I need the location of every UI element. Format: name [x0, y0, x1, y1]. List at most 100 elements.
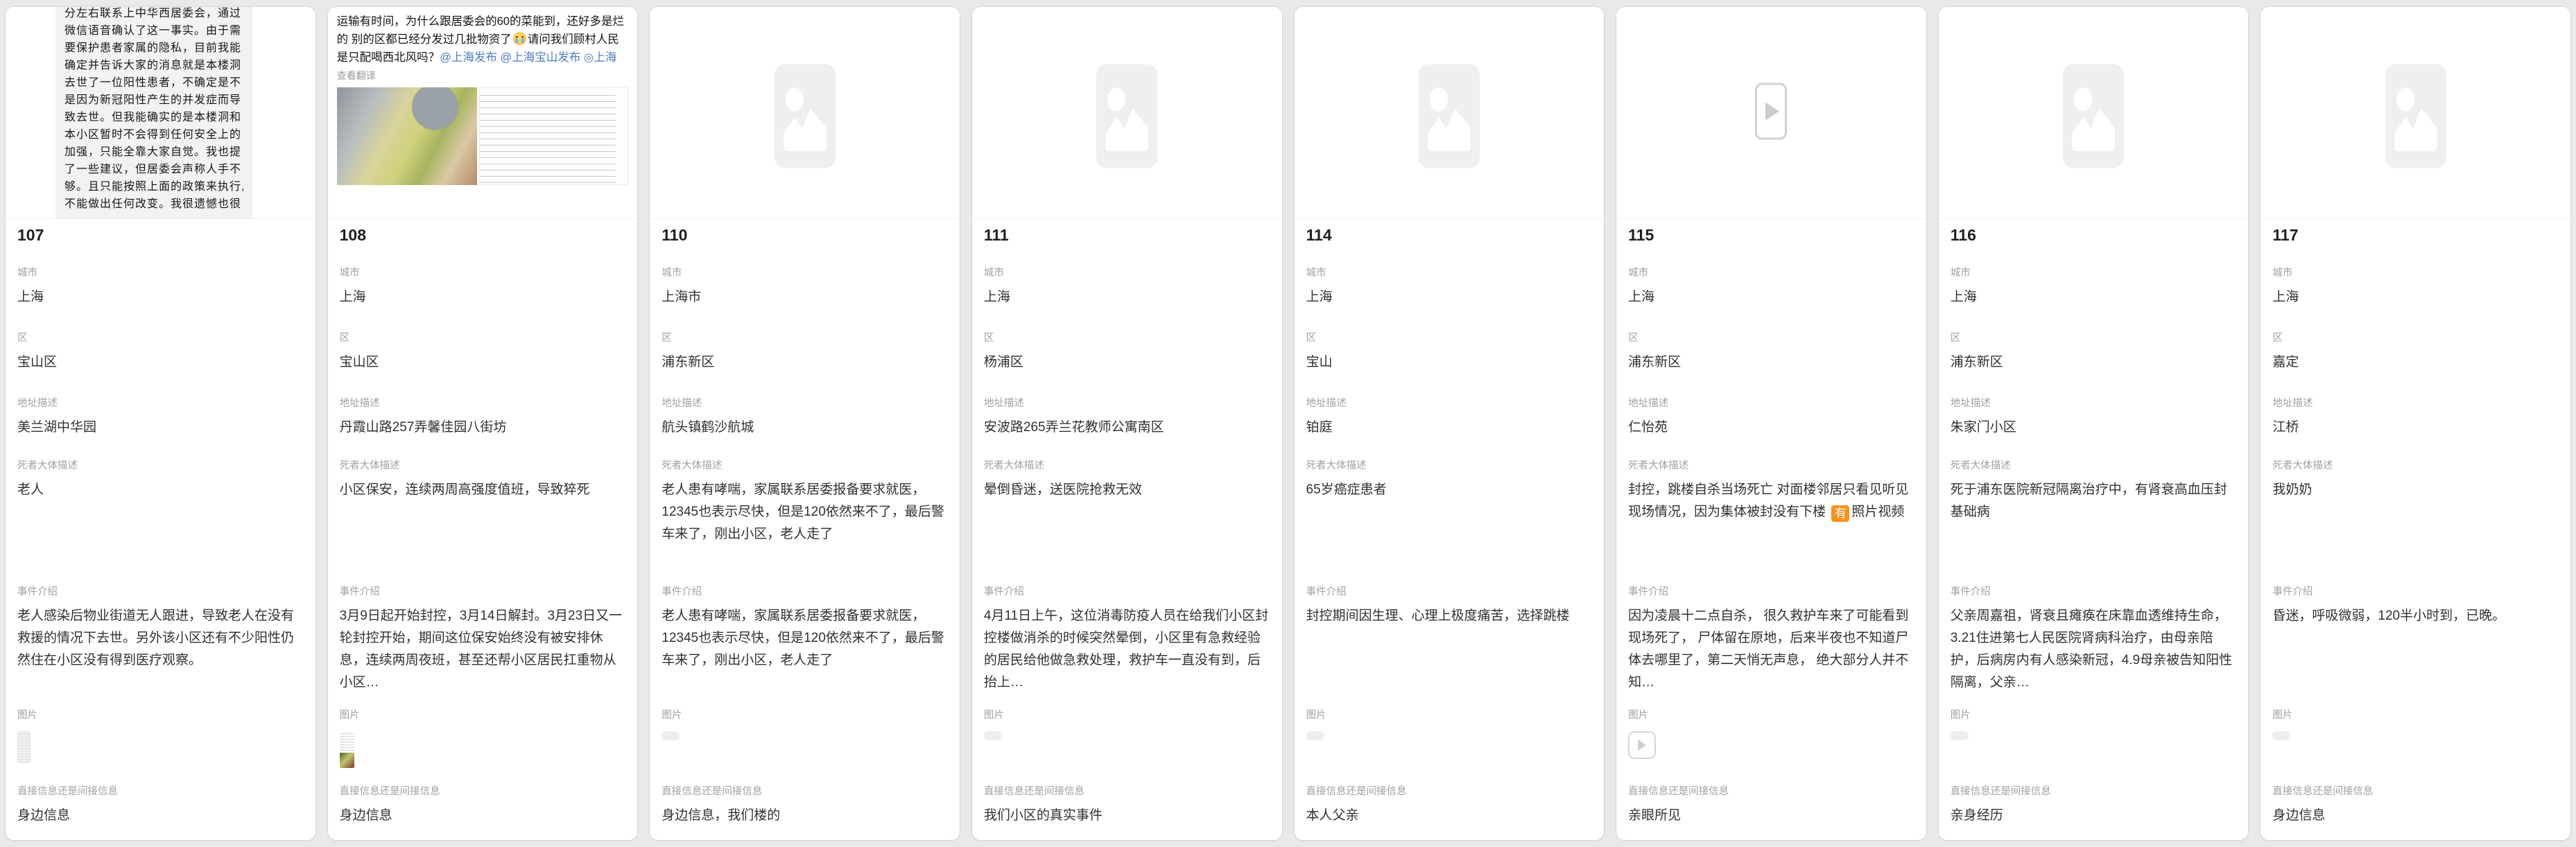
field-value-direct: 身边信息 — [2272, 805, 2559, 827]
field-value-district: 嘉定 — [2272, 351, 2559, 374]
field-label-district: 区 — [662, 331, 948, 345]
video-play-icon — [1755, 82, 1787, 139]
card-cover — [650, 7, 960, 219]
mention-links: @上海发布 @上海宝山发布 ◎上海 — [440, 51, 616, 64]
field-label-district: 区 — [1951, 331, 2237, 345]
field-district: 区 浦东新区 — [1951, 331, 2237, 374]
field-label-city: 城市 — [1306, 266, 1593, 280]
view-translation-label: 查看翻译 — [337, 69, 629, 82]
field-label-city: 城市 — [2272, 266, 2559, 280]
chat-thumbnail — [17, 731, 31, 763]
gallery-card[interactable]: 114 城市 上海 区 宝山 地址描述 铂庭 死者大体描述 65岁癌症患者 事件… — [1295, 7, 1605, 840]
post-images — [337, 87, 629, 185]
field-label-district: 区 — [17, 331, 304, 345]
field-value-deceased: 老人 — [17, 479, 304, 501]
card-number: 117 — [2272, 226, 2559, 245]
field-district: 区 浦东新区 — [662, 331, 948, 374]
field-value-address: 仁怡苑 — [1628, 417, 1914, 439]
field-value-event: 老人感染后物业街道无人跟进，导致老人在没有救援的情况下去世。另外该小区还有不少阳… — [17, 605, 304, 672]
field-label-deceased: 死者大体描述 — [1306, 459, 1593, 473]
field-value-city: 上海 — [984, 286, 1270, 308]
field-city: 城市 上海 — [1628, 266, 1914, 308]
loading-pill-thumbnail — [1306, 731, 1324, 740]
gallery-card[interactable]: 111 城市 上海 区 杨浦区 地址描述 安波路265弄兰花教师公寓南区 死者大… — [972, 7, 1282, 840]
field-value-deceased: 小区保安，连续两周高强度值班，导致猝死 — [340, 479, 626, 501]
field-image: 图片 — [340, 708, 626, 770]
field-label-city: 城市 — [1951, 266, 2237, 280]
field-value-address: 江桥 — [2272, 417, 2559, 439]
field-event: 事件介绍 4月11日上午，这位消毒防疫人员在给我们小区封控楼做消杀的时候突然晕倒… — [984, 585, 1270, 694]
image-thumbnail-area — [1628, 731, 1914, 770]
cabbage-photo — [337, 87, 477, 185]
field-event: 事件介绍 封控期间因生理、心理上极度痛苦，选择跳楼 — [1306, 585, 1593, 627]
field-label-district: 区 — [984, 331, 1270, 345]
field-label-address: 地址描述 — [1628, 396, 1914, 410]
field-city: 城市 上海市 — [662, 266, 948, 308]
image-thumbnail-area — [1951, 731, 2237, 770]
field-label-direct: 直接信息还是间接信息 — [984, 785, 1270, 798]
field-label-event: 事件介绍 — [984, 585, 1270, 599]
field-value-direct: 身边信息 — [340, 805, 626, 827]
gallery-card[interactable]: 115 城市 上海 区 浦东新区 地址描述 仁怡苑 死者大体描述 封控，跳楼自杀… — [1616, 7, 1926, 840]
field-value-direct: 身边信息，我们楼的 — [662, 805, 948, 827]
field-value-direct: 本人父亲 — [1306, 805, 1593, 827]
field-image: 图片 — [1628, 708, 1914, 770]
cover-weibo-post: 运输有时间，为什么跟居委会的60的菜能到，还好多是烂的 别的区都已经分发过几批物… — [328, 7, 638, 218]
field-event: 事件介绍 因为凌晨十二点自杀， 很久救护车来了可能看到现场死了， 尸体留在原地，… — [1628, 585, 1914, 694]
gallery-card[interactable]: 116 城市 上海 区 浦东新区 地址描述 朱家门小区 死者大体描述 死于浦东医… — [1939, 7, 2249, 840]
field-value-deceased: 我奶奶 — [2272, 479, 2559, 501]
field-value-deceased: 死于浦东医院新冠隔离治疗中，有肾衰高血压封基础病 — [1951, 479, 2237, 523]
field-label-direct: 直接信息还是间接信息 — [662, 785, 948, 798]
loading-pill-thumbnail — [662, 731, 680, 740]
field-label-direct: 直接信息还是间接信息 — [17, 785, 304, 798]
gallery-card[interactable]: 117 城市 上海 区 嘉定 地址描述 江桥 死者大体描述 我奶奶 事件介绍 昏… — [2261, 7, 2570, 840]
field-direct: 直接信息还是间接信息 身边信息 — [17, 785, 304, 827]
field-label-city: 城市 — [340, 266, 626, 280]
field-image: 图片 — [17, 708, 304, 770]
field-label-event: 事件介绍 — [1951, 585, 2237, 599]
loading-pill-thumbnail — [2272, 731, 2290, 740]
gallery-card[interactable]: 110 城市 上海市 区 浦东新区 地址描述 航头镇鹤沙航城 死者大体描述 老人… — [650, 7, 960, 840]
field-deceased: 死者大体描述 65岁癌症患者 — [1306, 459, 1593, 501]
field-event: 事件介绍 老人患有哮喘，家属联系居委报备要求就医，12345也表示尽快，但是12… — [662, 585, 948, 672]
gallery-card[interactable]: 运输有时间，为什么跟居委会的60的菜能到，还好多是烂的 别的区都已经分发过几批物… — [328, 7, 638, 840]
field-label-city: 城市 — [984, 266, 1270, 280]
field-address: 地址描述 丹霞山路257弄馨佳园八街坊 — [340, 396, 626, 439]
cover-chat-screenshot: 分左右联系上中华西居委会，通过微信语音确认了这一事实。由于需要保护患者家属的隐私… — [55, 7, 252, 218]
field-label-address: 地址描述 — [1951, 396, 2237, 410]
field-address: 地址描述 美兰湖中华园 — [17, 396, 304, 439]
field-label-deceased: 死者大体描述 — [662, 459, 948, 473]
field-value-deceased: 晕倒昏迷，送医院抢救无效 — [984, 479, 1270, 501]
field-city: 城市 上海 — [2272, 266, 2559, 308]
image-placeholder-icon — [775, 64, 836, 168]
field-city: 城市 上海 — [984, 266, 1270, 308]
field-direct: 直接信息还是间接信息 本人父亲 — [1306, 785, 1593, 827]
field-value-direct: 亲眼所见 — [1628, 805, 1914, 827]
card-cover: 分左右联系上中华西居委会，通过微信语音确认了这一事实。由于需要保护患者家属的隐私… — [6, 7, 315, 219]
gallery-card[interactable]: 分左右联系上中华西居委会，通过微信语音确认了这一事实。由于需要保护患者家属的隐私… — [6, 7, 315, 840]
field-value-city: 上海 — [17, 286, 304, 308]
field-label-image: 图片 — [340, 708, 626, 722]
field-value-city: 上海市 — [662, 286, 948, 308]
field-deceased: 死者大体描述 我奶奶 — [2272, 459, 2559, 501]
card-cover — [972, 7, 1282, 219]
field-address: 地址描述 航头镇鹤沙航城 — [662, 396, 948, 439]
placeholder-sun — [2074, 87, 2092, 111]
field-value-event: 父亲周嘉祖，肾衰且瘫痪在床靠血透维持生命，3.21住进第七人民医院肾病科治疗，由… — [1951, 605, 2237, 694]
card-cover — [1616, 7, 1926, 219]
field-label-image: 图片 — [1951, 708, 2237, 722]
field-value-direct: 身边信息 — [17, 805, 304, 827]
field-value-address: 丹霞山路257弄馨佳园八街坊 — [340, 417, 626, 439]
text-screenshot-image — [479, 87, 629, 185]
field-value-event: 昏迷，呼吸微弱，120半小时到，已晚。 — [2272, 605, 2559, 627]
field-value-city: 上海 — [1628, 286, 1914, 308]
field-label-address: 地址描述 — [17, 396, 304, 410]
image-thumbnail-area — [662, 731, 948, 770]
field-value-event: 3月9日起开始封控，3月14日解封。3月23日又一轮封控开始，期间这位保安始终没… — [340, 605, 626, 694]
field-label-image: 图片 — [1628, 708, 1914, 722]
field-value-district: 浦东新区 — [662, 351, 948, 374]
field-deceased: 死者大体描述 晕倒昏迷，送医院抢救无效 — [984, 459, 1270, 501]
field-direct: 直接信息还是间接信息 身边信息 — [340, 785, 626, 827]
image-thumbnail-area — [984, 731, 1270, 770]
field-label-event: 事件介绍 — [662, 585, 948, 599]
